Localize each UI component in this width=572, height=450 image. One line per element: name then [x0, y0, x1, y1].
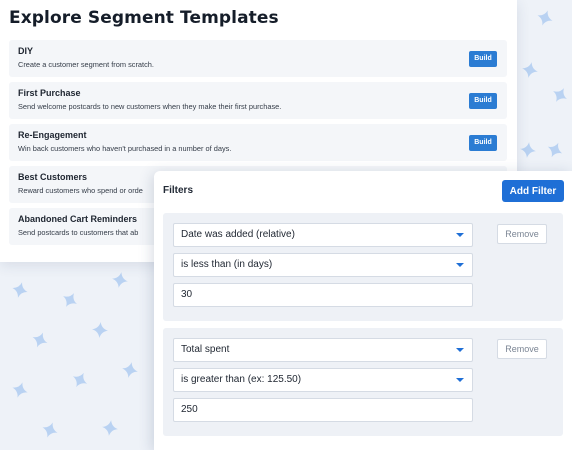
field-select-value: Total spent	[181, 344, 230, 355]
star-icon	[520, 60, 540, 80]
add-filter-button[interactable]: Add Filter	[502, 180, 564, 202]
template-name: Best Customers	[18, 172, 88, 182]
dropdown-arrow-icon	[456, 233, 464, 237]
filters-title: Filters	[163, 185, 194, 196]
template-description: Win back customers who haven't purchased…	[18, 144, 232, 153]
star-icon	[544, 139, 566, 161]
templates-title: Explore Segment Templates	[9, 8, 279, 28]
operator-select-value: is greater than (ex: 125.50)	[181, 374, 302, 385]
dropdown-arrow-icon	[456, 263, 464, 267]
template-name: First Purchase	[18, 88, 81, 98]
dropdown-arrow-icon	[456, 348, 464, 352]
filter-group-2: Total spent is greater than (ex: 125.50)…	[163, 328, 563, 436]
template-description: Send welcome postcards to new customers …	[18, 102, 282, 111]
template-description: Create a customer segment from scratch.	[18, 60, 154, 69]
remove-filter-button[interactable]: Remove	[497, 224, 547, 244]
build-button[interactable]: Build	[469, 51, 497, 67]
filters-panel: Filters Add Filter Date was added (relat…	[154, 171, 572, 450]
field-select[interactable]: Total spent	[173, 338, 473, 362]
filter-group-1: Date was added (relative) is less than (…	[163, 213, 563, 321]
value-input-text: 250	[181, 404, 198, 415]
star-icon	[110, 270, 130, 290]
template-row-diy: DIY Create a customer segment from scrat…	[9, 40, 507, 77]
star-icon	[518, 140, 538, 160]
star-icon	[100, 418, 120, 438]
star-icon	[69, 369, 91, 391]
value-input-text: 30	[181, 289, 193, 300]
value-input[interactable]: 30	[173, 283, 473, 307]
star-icon	[29, 329, 51, 351]
operator-select[interactable]: is less than (in days)	[173, 253, 473, 277]
field-select[interactable]: Date was added (relative)	[173, 223, 473, 247]
template-row-re-engagement: Re-Engagement Win back customers who hav…	[9, 124, 507, 161]
star-icon	[120, 360, 140, 380]
value-input[interactable]: 250	[173, 398, 473, 422]
template-name: DIY	[18, 46, 34, 56]
operator-select-value: is less than (in days)	[181, 259, 273, 270]
star-icon	[10, 280, 30, 300]
star-icon	[91, 321, 109, 339]
build-button[interactable]: Build	[469, 93, 497, 109]
template-name: Abandoned Cart Reminders	[18, 214, 138, 224]
star-icon	[549, 84, 571, 106]
star-icon	[39, 419, 61, 441]
template-row-first-purchase: First Purchase Send welcome postcards to…	[9, 82, 507, 119]
operator-select[interactable]: is greater than (ex: 125.50)	[173, 368, 473, 392]
star-icon	[9, 379, 31, 401]
star-icon	[534, 7, 556, 29]
field-select-value: Date was added (relative)	[181, 229, 295, 240]
build-button[interactable]: Build	[469, 135, 497, 151]
template-description: Reward customers who spend or orde	[18, 186, 143, 195]
template-description: Send postcards to customers that ab	[18, 228, 139, 237]
star-icon	[59, 289, 81, 311]
template-name: Re-Engagement	[18, 130, 87, 140]
remove-filter-button[interactable]: Remove	[497, 339, 547, 359]
dropdown-arrow-icon	[456, 378, 464, 382]
